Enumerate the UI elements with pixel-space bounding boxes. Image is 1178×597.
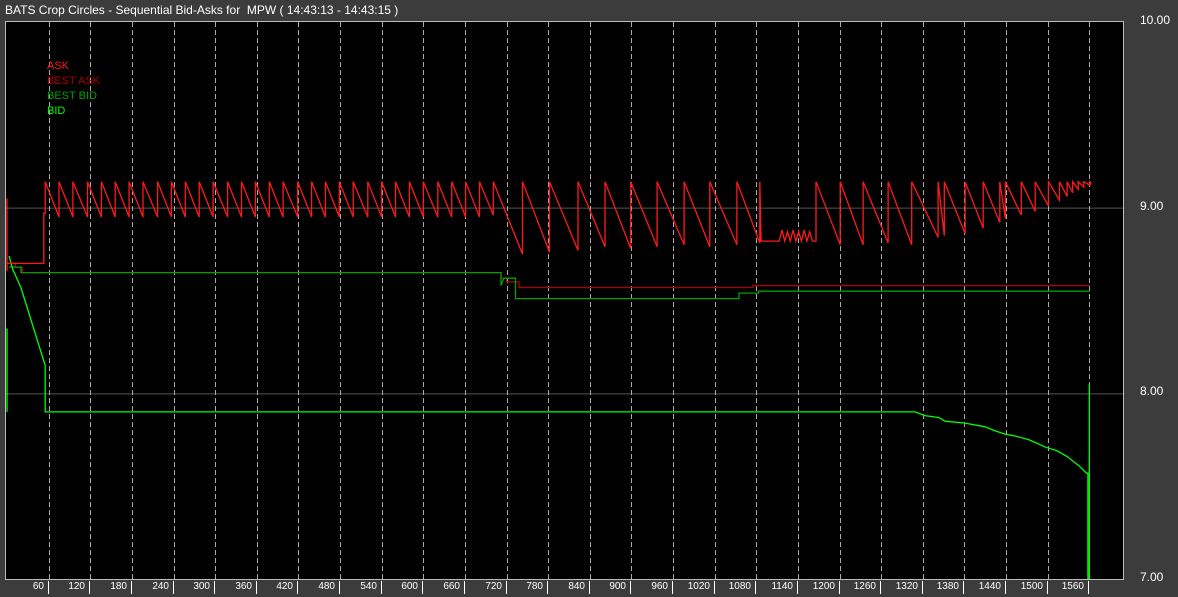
legend-best-bid: BEST BID (47, 90, 97, 102)
x-tick-mark (963, 581, 964, 594)
x-tick-mark (880, 581, 881, 594)
series-ask (6, 179, 1092, 271)
chart-canvas (6, 22, 1123, 579)
chart-title: BATS Crop Circles - Sequential Bid-Asks … (5, 3, 399, 17)
x-tick-label: 600 (401, 581, 418, 592)
x-tick-mark (381, 581, 382, 594)
x-tick-label: 1020 (687, 581, 710, 592)
x-tick-label: 660 (443, 581, 460, 592)
legend-bid: BID (47, 105, 66, 117)
x-tick-label: 420 (276, 581, 293, 592)
x-tick-label: 1560 (1061, 581, 1084, 592)
x-tick-label: 900 (609, 581, 626, 592)
x-tick-label: 300 (193, 581, 210, 592)
x-tick-mark (131, 581, 132, 594)
x-tick-mark (839, 581, 840, 594)
x-tick-mark (1005, 581, 1006, 594)
x-tick-mark (297, 581, 298, 594)
x-tick-label: 540 (360, 581, 377, 592)
x-tick-label: 120 (68, 581, 85, 592)
x-tick-label: 840 (568, 581, 585, 592)
series-best-ask (9, 262, 1090, 289)
plot-area: ASK BEST ASK BEST BID BID (5, 21, 1124, 580)
x-tick-mark (797, 581, 798, 594)
x-tick-label: 360 (235, 581, 252, 592)
x-tick-label: 1080 (728, 581, 751, 592)
series-best-bid (9, 266, 1090, 300)
x-tick-mark (464, 581, 465, 594)
x-tick-label: 1200 (812, 581, 835, 592)
x-tick-mark (506, 581, 507, 594)
x-tick-mark (1088, 581, 1089, 594)
x-tick-mark (547, 581, 548, 594)
x-tick-label: 720 (485, 581, 502, 592)
x-tick-mark (256, 581, 257, 594)
x-tick-label: 1320 (895, 581, 918, 592)
y-tick-label: 8.00 (1140, 384, 1164, 399)
x-tick-mark (672, 581, 673, 594)
x-tick-mark (339, 581, 340, 594)
x-tick-mark (173, 581, 174, 594)
x-tick-mark (48, 581, 49, 594)
y-tick-label: 9.00 (1140, 198, 1164, 213)
x-tick-label: 180 (110, 581, 127, 592)
legend-best-ask: BEST ASK (47, 75, 100, 87)
legend-ask: ASK (47, 60, 70, 72)
x-tick-label: 1500 (1020, 581, 1043, 592)
x-tick-mark (714, 581, 715, 594)
x-tick-mark (422, 581, 423, 594)
x-tick-label: 240 (152, 581, 169, 592)
x-tick-mark (89, 581, 90, 594)
y-tick-label: 7.00 (1140, 570, 1164, 584)
y-tick-label: 10.00 (1140, 13, 1171, 27)
series-bid (8, 255, 1090, 579)
x-tick-label: 960 (651, 581, 668, 592)
x-tick-mark (589, 581, 590, 594)
x-tick-mark (922, 581, 923, 594)
x-tick-label: 60 (32, 581, 44, 592)
x-tick-mark (630, 581, 631, 594)
x-tick-label: 780 (526, 581, 543, 592)
x-tick-label: 1440 (978, 581, 1001, 592)
x-tick-label: 1140 (771, 581, 793, 592)
x-tick-mark (214, 581, 215, 594)
x-tick-mark (755, 581, 756, 594)
x-tick-label: 1260 (853, 581, 876, 592)
x-tick-label: 1380 (936, 581, 959, 592)
x-tick-mark (1047, 581, 1048, 594)
x-tick-label: 480 (318, 581, 335, 592)
